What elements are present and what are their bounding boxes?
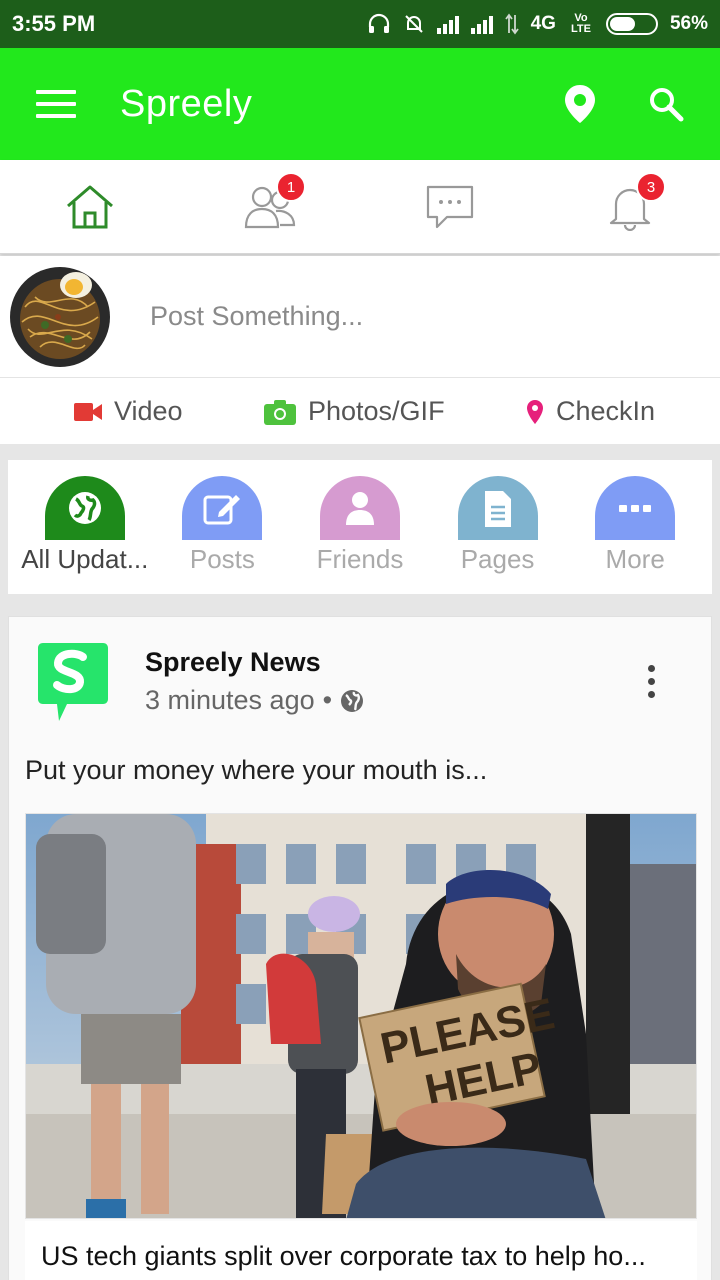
globe-icon (341, 689, 364, 712)
network-type: 4G (530, 13, 556, 34)
user-icon (345, 492, 374, 525)
post-meta: 3 minutes ago • (145, 685, 364, 716)
avatar[interactable] (10, 266, 110, 367)
tab-notifications[interactable]: 3 (540, 160, 720, 253)
composer-placeholder[interactable]: Post Something... (150, 301, 363, 332)
location-pin-icon (565, 85, 595, 123)
location-button[interactable] (564, 84, 596, 124)
document-icon (484, 491, 511, 527)
checkin-button[interactable]: CheckIn (526, 396, 655, 427)
feed-filters: All Updat... Posts Friends Pages More (8, 460, 712, 594)
globe-icon (68, 492, 101, 524)
home-icon (67, 185, 113, 228)
checkin-label: CheckIn (556, 396, 656, 426)
spreely-logo-icon (38, 643, 108, 721)
signal-icon (436, 14, 459, 34)
battery-icon (605, 13, 658, 35)
volte-badge: Vo LTE (570, 12, 591, 35)
video-label: Video (114, 396, 183, 426)
filter-label: All Updat... (21, 544, 149, 574)
bell-off-icon (404, 15, 423, 33)
search-icon (650, 88, 684, 122)
post-header: Spreely News 3 minutes ago • (9, 617, 711, 737)
filter-label: More (605, 544, 665, 574)
main-tabs: 1 3 (0, 160, 720, 254)
filter-all-updates[interactable]: All Updat... (16, 460, 154, 594)
filter-label: Pages (460, 544, 535, 574)
status-time: 3:55 PM (12, 11, 96, 36)
tab-messages[interactable] (360, 160, 540, 253)
post-headline[interactable]: US tech giants split over corporate tax … (25, 1221, 697, 1280)
filter-label: Posts (189, 544, 255, 574)
edit-icon (203, 495, 241, 525)
tab-friend-requests[interactable]: 1 (180, 160, 360, 253)
headset-icon (368, 13, 389, 33)
post-photo: PLEASE HELP (26, 814, 696, 1218)
photos-label: Photos/GIF (308, 396, 445, 426)
signal-icon-2 (470, 14, 493, 34)
post-actions: Video Photos/GIF CheckIn (0, 378, 720, 444)
meta-separator: • (322, 685, 333, 715)
post-author[interactable]: Spreely News (145, 647, 321, 678)
chat-icon (426, 185, 474, 228)
app-bar: Spreely (0, 48, 720, 160)
photos-button[interactable]: Photos/GIF (264, 396, 445, 427)
menu-icon[interactable] (36, 90, 76, 118)
filter-posts[interactable]: Posts (154, 460, 292, 594)
battery-percent: 56% (669, 13, 708, 34)
filter-label: Friends (316, 544, 404, 574)
avatar-photo (10, 266, 110, 367)
post-image[interactable]: PLEASE HELP (25, 813, 697, 1219)
post-time: 3 minutes ago (145, 685, 315, 715)
location-pin-icon (527, 399, 543, 424)
search-button[interactable] (648, 86, 684, 122)
more-icon (619, 505, 652, 512)
camera-icon (264, 399, 296, 425)
filter-pages[interactable]: Pages (429, 460, 567, 594)
app-title: Spreely (120, 82, 253, 125)
status-bar: 3:55 PM 4G Vo LTE 56% (0, 0, 720, 48)
post-text: Put your money where your mouth is... (25, 755, 488, 785)
notifications-badge: 3 (636, 172, 666, 202)
tab-home[interactable] (0, 160, 180, 253)
spreely-news-logo[interactable] (37, 641, 109, 728)
filter-more[interactable]: More (566, 460, 704, 594)
friend-requests-badge: 1 (276, 172, 306, 202)
post-composer[interactable]: Post Something... (0, 256, 720, 378)
data-arrows-icon (504, 13, 519, 35)
post-card: Spreely News 3 minutes ago • Put your mo… (8, 616, 712, 1280)
video-button[interactable]: Video (74, 396, 183, 427)
video-camera-icon (74, 402, 102, 421)
post-options-button[interactable] (648, 665, 655, 698)
filter-friends[interactable]: Friends (291, 460, 429, 594)
